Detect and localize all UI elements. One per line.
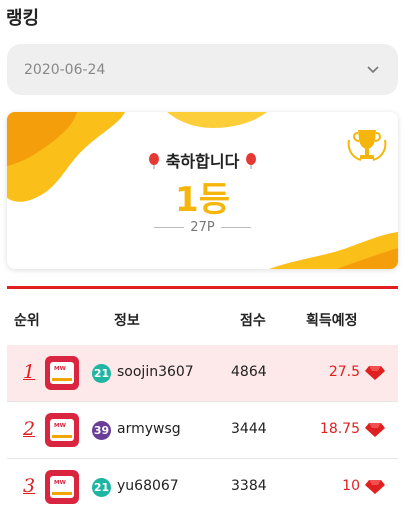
user-name: armywsg — [117, 421, 181, 437]
score-value: 3384 — [231, 478, 267, 494]
score-value: 3444 — [231, 421, 267, 437]
reward-value: 18.75 — [319, 421, 360, 437]
column-header-info: 정보 — [114, 313, 140, 329]
ruby-icon — [365, 423, 385, 437]
congrats-text: 축하합니다 — [165, 152, 240, 171]
page-title: 랭킹 — [6, 8, 40, 29]
ranking-page: 랭킹 2020-06-24 축하합니다 1등 27P 순위 정보 점수 획득예정… — [0, 0, 412, 513]
column-header-rank: 순위 — [14, 313, 40, 329]
level-badge: 39 — [92, 421, 111, 440]
table-row[interactable]: 2 ᴹᵂ 39 armywsg 3444 18.75 — [7, 402, 398, 459]
my-rank: 1등 — [175, 180, 230, 220]
user-name: yu68067 — [117, 478, 179, 494]
rank-number: 2 — [23, 418, 36, 440]
rank-number: 3 — [23, 475, 36, 497]
avatar: ᴹᵂ — [45, 356, 79, 390]
avatar: ᴹᵂ — [45, 413, 79, 447]
avatar: ᴹᵂ — [45, 470, 79, 504]
points-value: 27P — [190, 220, 215, 235]
divider — [154, 227, 185, 228]
column-header-reward: 획득예정 — [306, 313, 358, 329]
column-header-score: 점수 — [240, 313, 266, 329]
date-select[interactable]: 2020-06-24 — [7, 44, 398, 95]
trophy-icon — [347, 130, 387, 161]
table-top-border — [7, 286, 398, 289]
table-row[interactable]: 1 ᴹᵂ 21 soojin3607 4864 27.5 — [7, 345, 398, 402]
balloon-icon — [149, 153, 160, 169]
table-row[interactable]: 3 ᴹᵂ 21 yu68067 3384 10 — [7, 459, 398, 513]
divider — [220, 227, 251, 228]
level-badge: 21 — [92, 364, 111, 383]
reward-value: 10 — [342, 478, 360, 494]
balloon-icon — [245, 153, 256, 169]
reward-value: 27.5 — [328, 364, 360, 380]
date-select-value: 2020-06-24 — [24, 61, 106, 78]
level-badge: 21 — [92, 478, 111, 497]
user-name: soojin3607 — [117, 364, 194, 380]
points-row: 27P — [7, 220, 398, 235]
ruby-icon — [365, 480, 385, 494]
result-card: 축하합니다 1등 27P — [7, 112, 398, 269]
rank-number: 1 — [23, 361, 36, 383]
ruby-icon — [365, 366, 385, 380]
score-value: 4864 — [231, 364, 267, 380]
congrats-headline: 축하합니다 — [7, 148, 398, 172]
chevron-down-icon — [367, 66, 379, 74]
